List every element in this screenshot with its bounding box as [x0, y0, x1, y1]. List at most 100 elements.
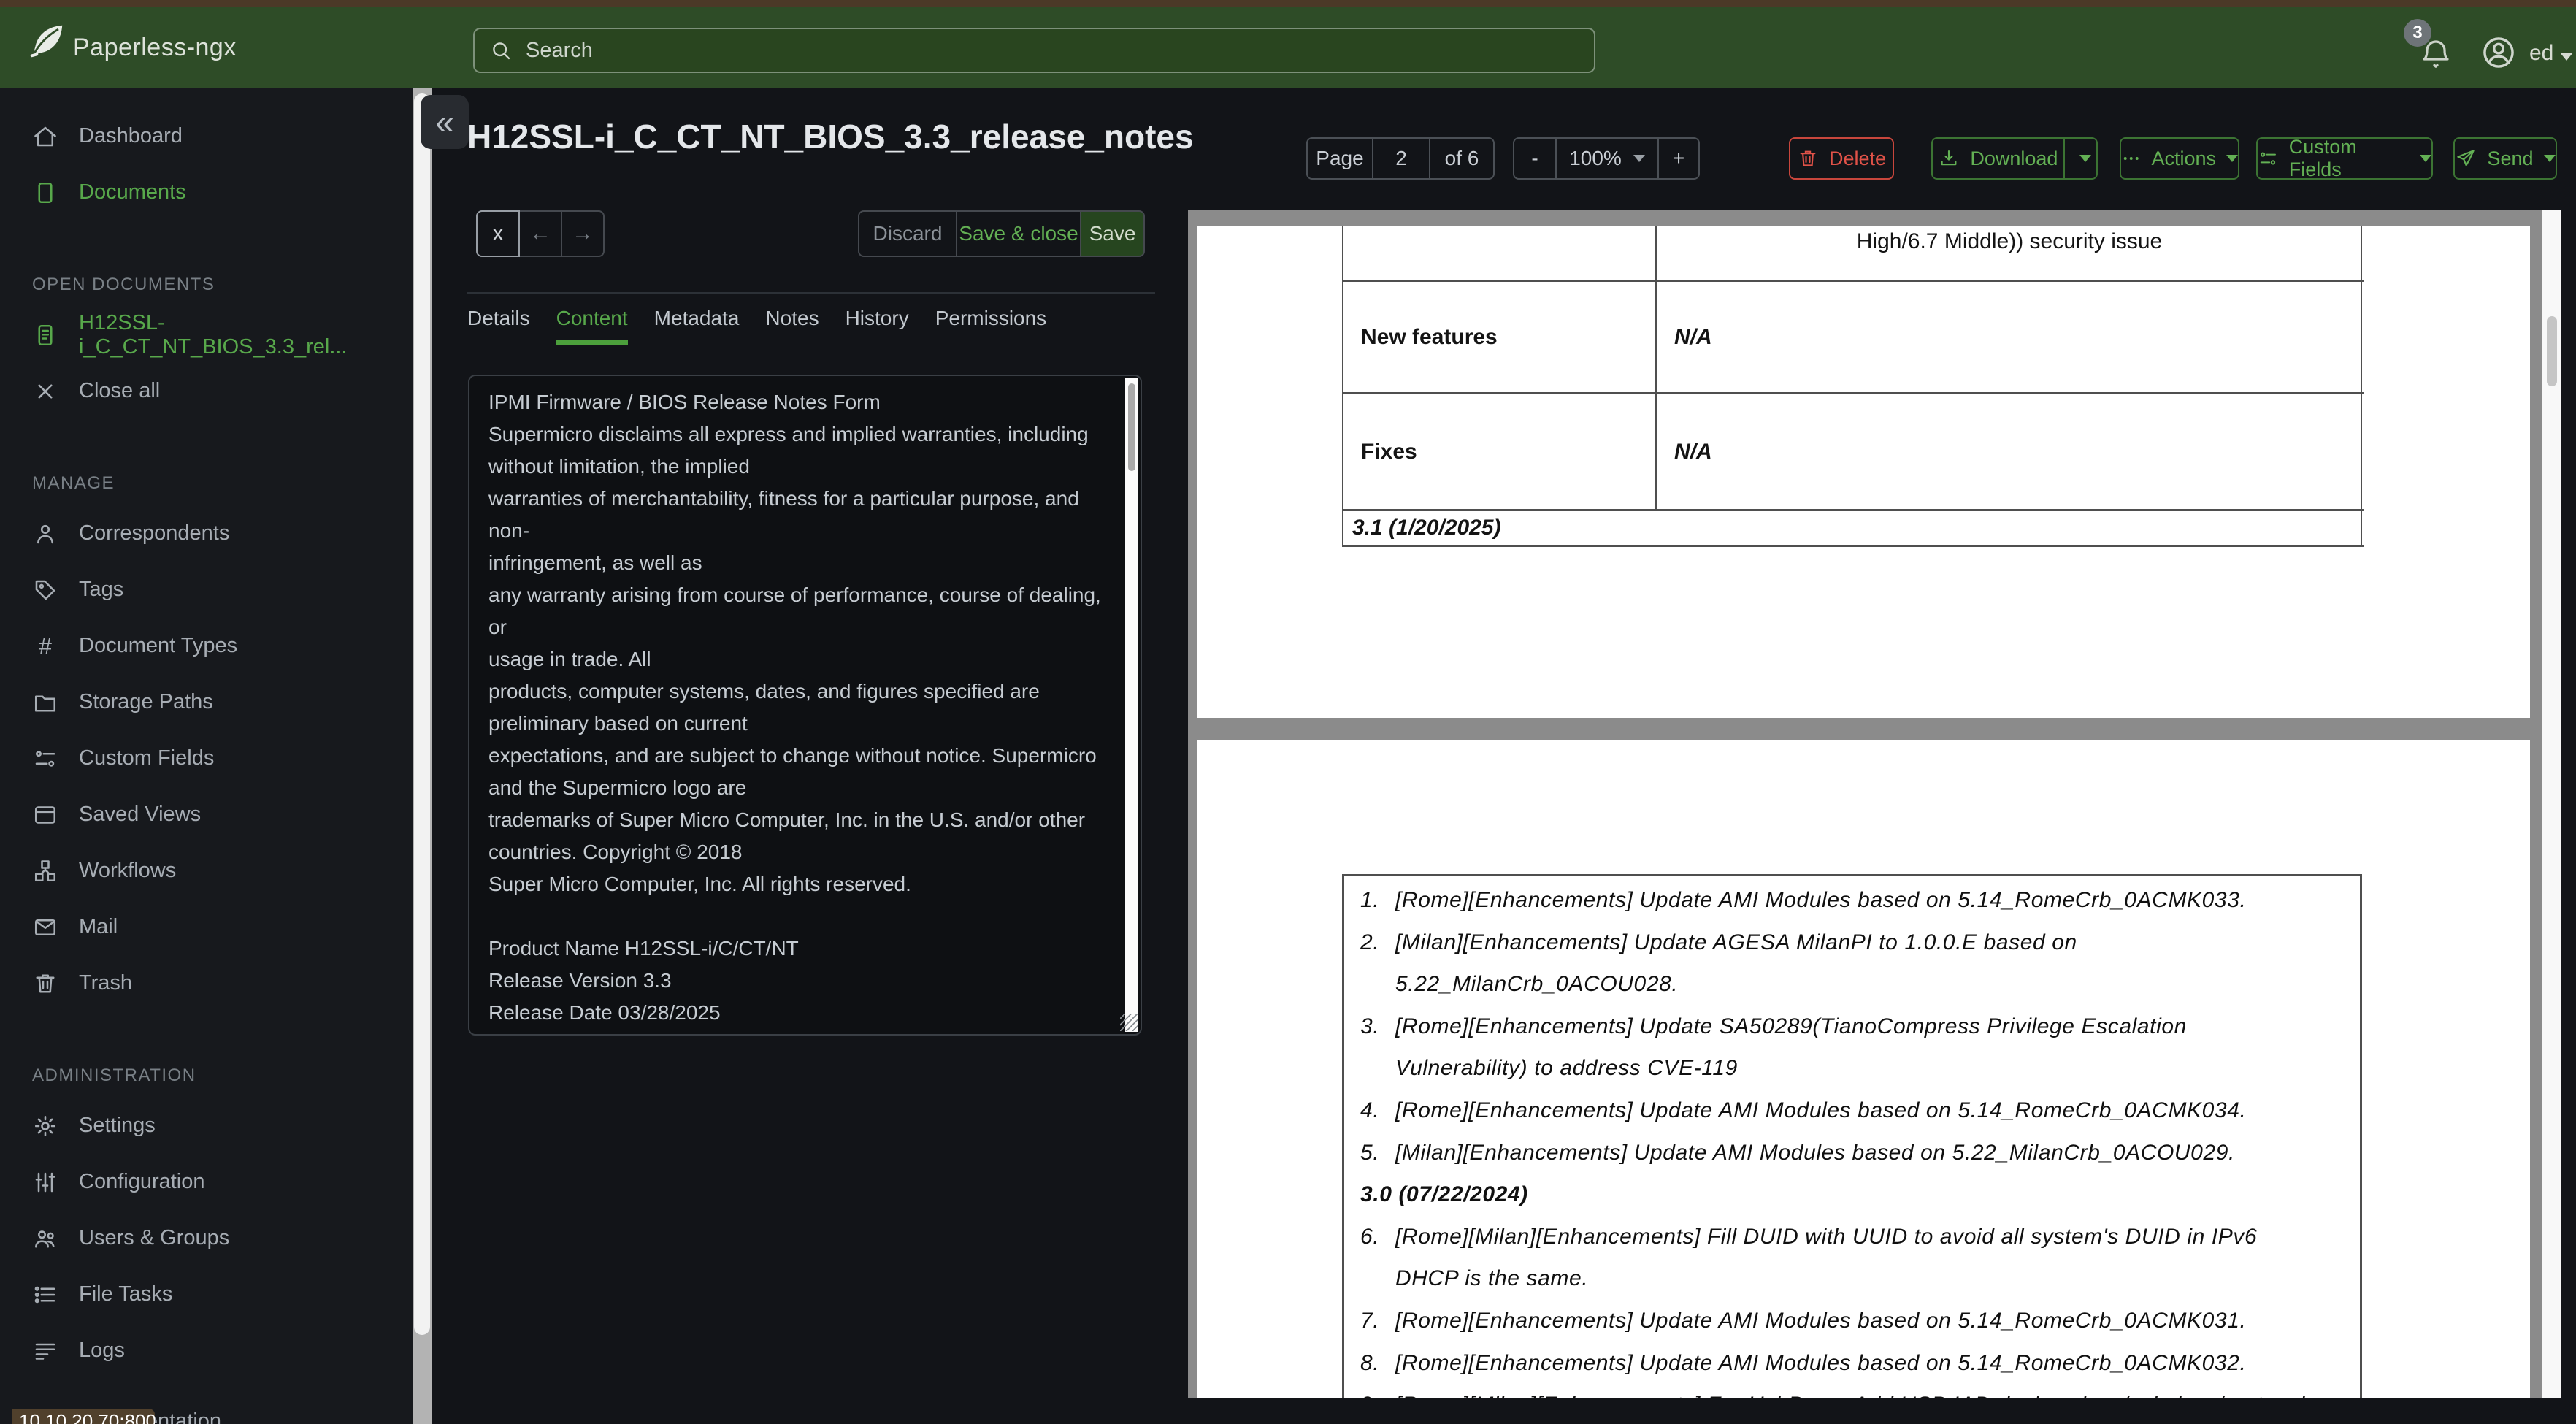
sidebar: Dashboard Documents OPEN DOCUMENTS H12SSL-i… [0, 88, 413, 1424]
sidebar-item-label: Dashboard [79, 124, 183, 148]
sidebar-item-mail[interactable]: Mail [0, 899, 413, 955]
tab-permissions[interactable]: Permissions [935, 307, 1046, 345]
tab-history[interactable]: History [846, 307, 909, 345]
user-avatar-icon[interactable] [2480, 34, 2518, 72]
download-split-button: Download [1931, 137, 2098, 180]
tab-notes[interactable]: Notes [765, 307, 819, 345]
sidebar-item-label: Mail [79, 915, 118, 938]
release-note-number: 8. [1360, 1350, 1380, 1375]
sliders-icon [32, 1169, 58, 1195]
sidebar-item-label: Close all [79, 379, 161, 402]
document-nav-group: x ← → [476, 210, 605, 257]
global-search[interactable] [473, 28, 1595, 73]
sidebar-item-label: Configuration [79, 1170, 205, 1193]
home-icon [32, 123, 58, 150]
textarea-resize-grip[interactable] [1120, 1014, 1138, 1031]
search-input[interactable] [526, 38, 1548, 63]
release-note-item: 4. [Rome][Enhancements] Update AMI Module… [1360, 1090, 2331, 1132]
custom-fields-icon [2260, 152, 2276, 165]
sidebar-item-label: Correspondents [79, 521, 230, 545]
sidebar-item-file-tasks[interactable]: File Tasks [0, 1266, 413, 1322]
username-label[interactable]: ed [2529, 41, 2553, 66]
zoom-out-button[interactable]: - [1514, 139, 1555, 178]
sidebar-item-dashboard[interactable]: Dashboard [0, 108, 413, 164]
chevron-down-icon [2079, 155, 2092, 162]
user-menu-caret-icon[interactable] [2560, 53, 2573, 61]
release-note-item: 6. [Rome][Milan][Enhancements] Fill DUID … [1360, 1216, 2331, 1300]
sidebar-collapse-button[interactable]: « [421, 95, 469, 149]
release-note-text: [Rome][Milan][Enhancements] Fill DUID wi… [1395, 1224, 2258, 1291]
content-textarea[interactable]: IPMI Firmware / BIOS Release Notes Form … [468, 375, 1142, 1036]
sidebar-item-document-types[interactable]: # Document Types [0, 618, 413, 674]
sidebar-scrollbar-thumb[interactable] [414, 93, 430, 1335]
discard-button[interactable]: Discard [858, 210, 957, 257]
textarea-scrollbar[interactable] [1125, 378, 1138, 1032]
tab-details[interactable]: Details [467, 307, 530, 345]
zoom-level-select[interactable]: 100% [1555, 139, 1657, 178]
pdf-scrollbar-thumb[interactable] [2547, 316, 2557, 386]
save-button[interactable]: Save [1080, 210, 1145, 257]
sidebar-item-saved-views[interactable]: Saved Views [0, 786, 413, 843]
custom-fields-button[interactable]: Custom Fields [2256, 136, 2433, 180]
release-note-item: 1. [Rome][Enhancements] Update AMI Module… [1360, 879, 2331, 922]
actions-button[interactable]: Actions [2120, 137, 2239, 180]
sidebar-item-label: Documents [79, 180, 186, 204]
sidebar-item-h12ssl-i-c-ct-nt-bios-3-3-rel[interactable]: H12SSL-i_C_CT_NT_BIOS_3.3_rel... [0, 307, 413, 363]
previous-document-button[interactable]: ← [518, 210, 562, 257]
textarea-scrollbar-thumb[interactable] [1128, 383, 1135, 471]
top-navbar: Paperless-ngx 3 ed [0, 7, 2576, 88]
sidebar-item-settings[interactable]: Settings [0, 1098, 413, 1154]
table-cell-label: New features [1361, 324, 1498, 349]
sidebar-item-label: H12SSL-i_C_CT_NT_BIOS_3.3_rel... [79, 310, 348, 359]
person-icon [32, 521, 58, 547]
save-and-close-button[interactable]: Save & close [956, 210, 1081, 257]
sidebar-item-close-all[interactable]: Close all [0, 363, 413, 419]
download-button[interactable]: Download [1933, 139, 2063, 178]
delete-button[interactable]: Delete [1789, 137, 1894, 180]
chevron-down-icon [2226, 155, 2238, 162]
pdf-page-1: High/6.7 Middle)) security issue New fea… [1197, 226, 2530, 718]
pdf-preview-pane[interactable]: High/6.7 Middle)) security issue New fea… [1188, 210, 2561, 1398]
sidebar-item-trash[interactable]: Trash [0, 955, 413, 1011]
sidebar-item-users-groups[interactable]: Users & Groups [0, 1210, 413, 1266]
sidebar-item-label: Storage Paths [79, 690, 213, 713]
send-button[interactable]: Send [2453, 137, 2557, 180]
sidebar-item-storage-paths[interactable]: Storage Paths [0, 674, 413, 730]
tab-content[interactable]: Content [556, 307, 628, 345]
sidebar-item-correspondents[interactable]: Correspondents [0, 505, 413, 562]
zoom-in-button[interactable]: + [1657, 139, 1698, 178]
file-tasks-icon [32, 1282, 58, 1308]
pdf-scrollbar[interactable] [2542, 210, 2561, 1398]
release-note-item: 5. [Milan][Enhancements] Update AMI Modul… [1360, 1132, 2331, 1174]
sidebar-item-workflows[interactable]: Workflows [0, 843, 413, 899]
page-input[interactable]: 2 [1372, 139, 1429, 178]
sidebar-item-custom-fields[interactable]: Custom Fields [0, 730, 413, 786]
document-title: H12SSL-i_C_CT_NT_BIOS_3.3_release_notes [467, 118, 1194, 156]
ellipsis-icon [2123, 157, 2139, 160]
release-note-text: [Rome][Enhancements] Update SA50289(Tian… [1395, 1014, 2187, 1081]
panel-divider [467, 292, 1155, 294]
sidebar-item-label: Document Types [79, 634, 238, 657]
sidebar-item-logs[interactable]: Logs [0, 1322, 413, 1379]
sidebar-item-tags[interactable]: Tags [0, 562, 413, 618]
tab-metadata[interactable]: Metadata [654, 307, 740, 345]
release-note-text: [Rome][Enhancements] Update AMI Modules … [1395, 1350, 2247, 1375]
sidebar-section-header-manage: MANAGE [32, 473, 115, 493]
table-row: Fixes N/A [1343, 392, 2364, 509]
release-note-item: 2. [Milan][Enhancements] Update AGESA Mil… [1360, 922, 2331, 1006]
release-note-number: 2. [1360, 930, 1380, 954]
sidebar-item-documents[interactable]: Documents [0, 164, 413, 221]
saved-views-icon [32, 802, 58, 828]
sidebar-item-label: Custom Fields [79, 746, 215, 770]
save-button-group: Discard Save & close Save [858, 210, 1145, 257]
sidebar-item-configuration[interactable]: Configuration [0, 1154, 413, 1210]
close-document-button[interactable]: x [476, 210, 520, 257]
trash-icon [1800, 150, 1816, 166]
chevron-down-icon [2543, 155, 2556, 162]
sidebar-item-label: Workflows [79, 859, 177, 882]
next-document-button[interactable]: → [561, 210, 605, 257]
download-menu-button[interactable] [2063, 139, 2096, 178]
sidebar-section: Dashboard Documents [0, 88, 413, 221]
release-note-number: 1. [1360, 888, 1380, 912]
document-tabs: Details Content Metadata Notes History Permis… [467, 307, 1046, 345]
